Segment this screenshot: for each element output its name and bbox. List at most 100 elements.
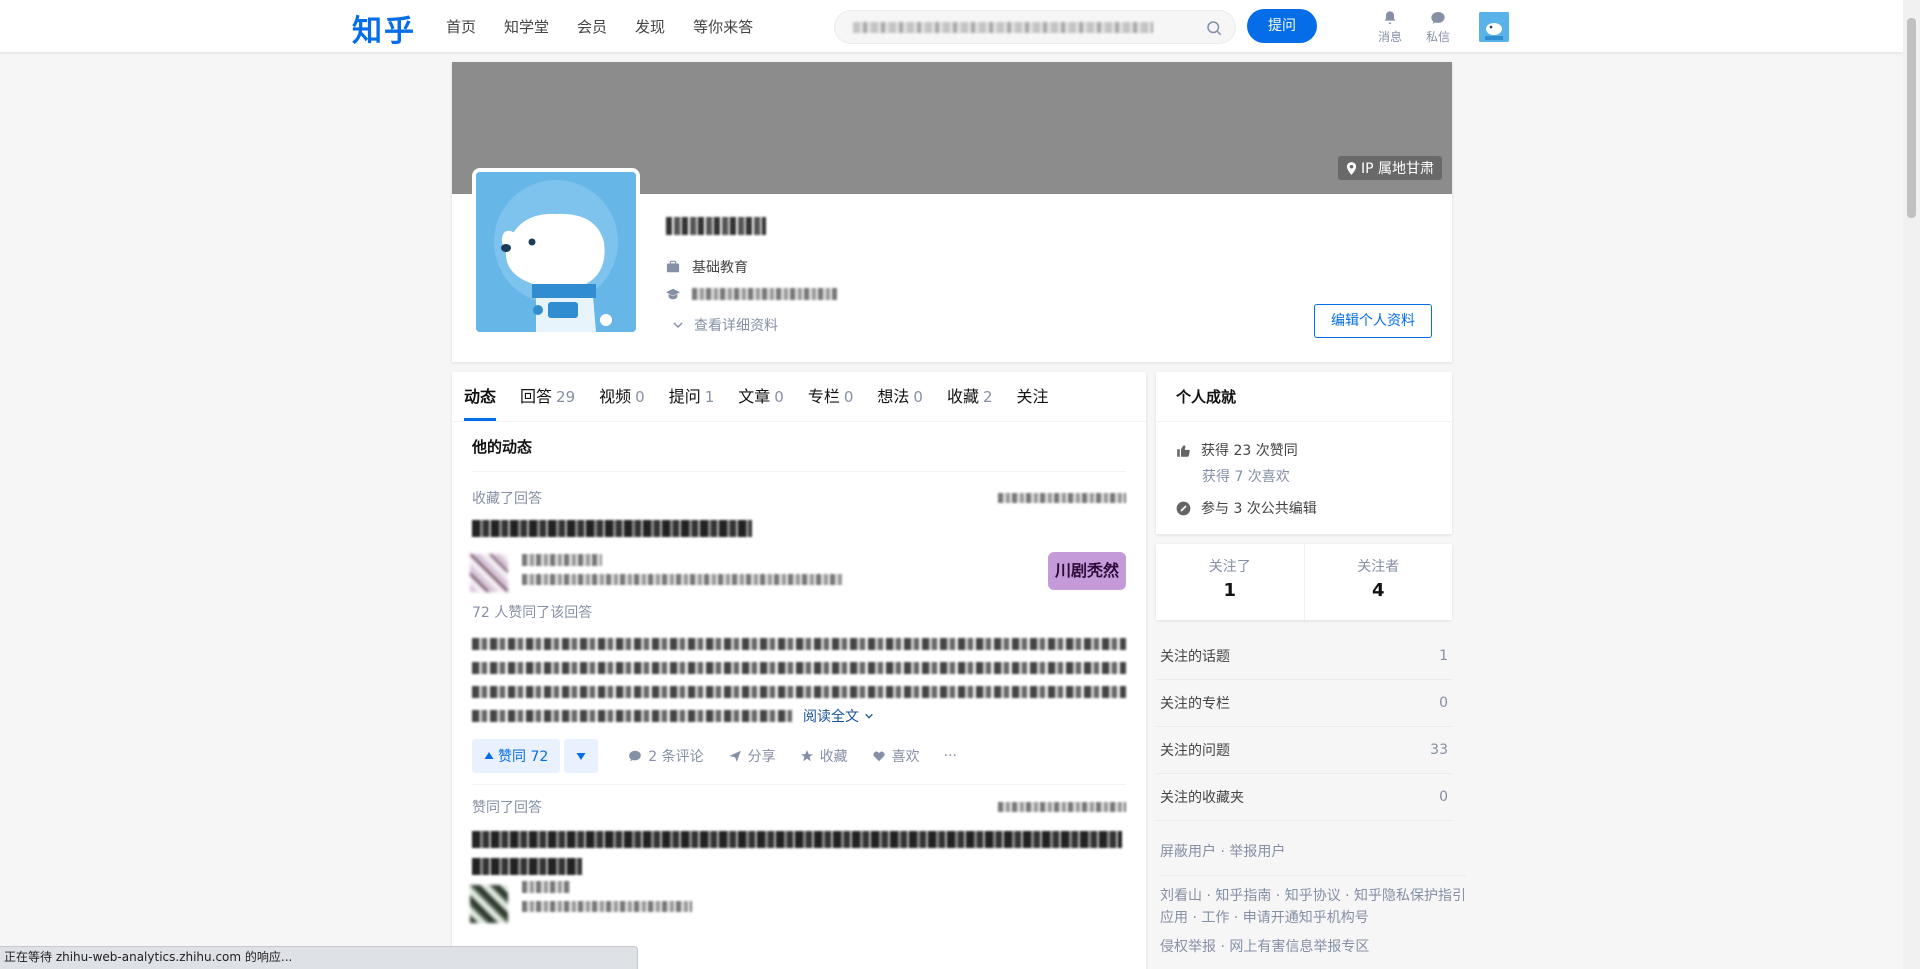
following-stat[interactable]: 关注了 1 [1156,544,1305,620]
tab-articles[interactable]: 文章 0 [738,372,784,421]
thumbs-up-icon [1177,444,1190,457]
tab-videos[interactable]: 视频 0 [599,372,645,421]
profile-avatar-image [476,172,636,332]
page-scrollbar[interactable] [1903,0,1920,969]
tab-label: 视频 [599,387,632,406]
tab-count: 0 [843,388,854,406]
downvote-button[interactable] [564,739,599,773]
private-messages-button[interactable]: 私信 [1418,10,1458,45]
list-label: 关注的话题 [1160,649,1230,665]
collect-label: 收藏 [819,749,848,765]
view-details-link[interactable]: 查看详细资料 [672,315,778,335]
list-label: 关注的收藏夹 [1160,790,1244,806]
messages-button[interactable]: 消息 [1370,10,1410,45]
footer-links-line1[interactable]: 刘看山 · 知乎指南 · 知乎协议 · 知乎隐私保护指引 [1160,875,1467,904]
nav-zhixuetang[interactable]: 知学堂 [504,16,549,37]
like-button[interactable]: 喜欢 [872,746,920,766]
feed-time-blurred [998,802,1126,812]
like-label: 喜欢 [891,749,920,765]
followed-collections[interactable]: 关注的收藏夹 0 [1156,774,1452,821]
bell-icon [1384,11,1396,24]
upvote-button[interactable]: 赞同 72 [472,739,561,773]
footer-links-line3[interactable]: 侵权举报 · 网上有害信息举报专区 [1160,933,1466,962]
tab-label: 专栏 [807,387,840,406]
chat-bubble-icon [1431,12,1445,24]
tab-collections[interactable]: 收藏 2 [947,372,993,421]
tab-columns[interactable]: 专栏 0 [808,372,854,421]
user-avatar[interactable] [1479,12,1509,42]
profile-avatar[interactable] [472,168,640,336]
list-label: 关注的专栏 [1160,696,1230,712]
upvote-count-info: 72 人赞同了该回答 [472,605,593,621]
profile-tabs: 动态 回答 29 视频 0 提问 1 文章 0 专栏 0 想法 0 收藏 2 关注 [452,372,1146,422]
follow-stats-card: 关注了 1 关注者 4 [1156,544,1452,620]
followed-topics[interactable]: 关注的话题 1 [1156,633,1452,680]
tab-label: 文章 [738,387,771,406]
followers-stat[interactable]: 关注者 4 [1305,544,1453,620]
question-title-blurred [472,858,582,875]
feed-item: 收藏了回答 川剧秃然 72 人赞同了该回答 阅读全文 赞同 72 2 条评论 分… [452,476,1146,784]
main-feed-card: 动态 回答 29 视频 0 提问 1 文章 0 专栏 0 想法 0 收藏 2 关注 他的动态 … [452,372,1146,969]
tab-following[interactable]: 关注 [1017,372,1049,421]
followers-label: 关注者 [1357,559,1400,575]
block-report-links[interactable]: 屏蔽用户 · 举报用户 [1160,838,1466,867]
search-icon[interactable] [1205,19,1223,37]
question-title[interactable] [472,520,1126,544]
triangle-down-icon [576,753,586,760]
tab-count: 0 [774,388,784,406]
feed-action-label: 收藏了回答 [472,491,542,507]
education-info [666,287,837,301]
nav-vip[interactable]: 会员 [577,16,607,37]
upvotes-text: 获得 23 次赞同 [1201,443,1298,459]
list-count: 33 [1430,742,1448,758]
followed-questions[interactable]: 关注的问题 33 [1156,727,1452,774]
search-input[interactable] [834,10,1236,44]
question-title-blurred [472,831,1122,848]
author-bio-blurred [522,574,842,585]
question-title[interactable] [472,831,1126,875]
tab-activity[interactable]: 动态 [464,372,497,421]
avatar-image [1479,12,1509,42]
tab-label: 关注 [1016,387,1049,406]
main-nav: 首页 知学堂 会员 发现 等你来答 [446,0,781,52]
more-options-button[interactable]: ··· [944,748,957,764]
nav-home[interactable]: 首页 [446,16,476,37]
author-bio-blurred [522,901,692,912]
tab-label: 想法 [877,387,910,406]
edit-profile-button[interactable]: 编辑个人资料 [1314,304,1432,338]
list-count: 0 [1439,789,1448,805]
author-name-blurred[interactable] [522,881,570,893]
answer-thumbnail[interactable]: 川剧秃然 [1048,552,1126,590]
education-text-blurred [692,288,837,300]
zhihu-logo[interactable]: 知乎 [352,6,416,50]
nav-discover[interactable]: 发现 [635,16,665,37]
likes-text: 获得 7 次喜欢 [1202,469,1290,485]
following-count: 1 [1223,580,1237,601]
ask-question-button[interactable]: 提问 [1247,9,1317,43]
ip-location-text: IP 属地甘肃 [1360,161,1434,177]
author-name-blurred[interactable] [522,554,602,566]
tab-label: 收藏 [946,387,979,406]
tab-answers[interactable]: 回答 29 [520,372,575,421]
comment-icon [629,750,642,762]
tab-questions[interactable]: 提问 1 [669,372,715,421]
following-label: 关注了 [1208,559,1251,575]
follow-lists: 关注的话题 1 关注的专栏 0 关注的问题 33 关注的收藏夹 0 [1156,633,1452,821]
tab-count: 1 [704,388,715,406]
followed-columns[interactable]: 关注的专栏 0 [1156,680,1452,727]
author-avatar[interactable] [470,554,508,592]
section-title: 他的动态 [472,422,1126,472]
read-more-link[interactable]: 阅读全文 [797,704,874,729]
share-button[interactable]: 分享 [728,746,776,766]
followers-count: 4 [1371,580,1385,601]
comments-button[interactable]: 2 条评论 [628,746,704,766]
briefcase-icon [666,260,680,273]
collect-button[interactable]: 收藏 [800,746,848,766]
nav-waiting[interactable]: 等你来答 [693,16,753,37]
messages-label: 消息 [1377,30,1402,44]
scrollbar-thumb[interactable] [1907,18,1916,218]
answer-excerpt[interactable]: 阅读全文 [472,632,1126,728]
author-avatar[interactable] [470,885,508,923]
tab-thoughts[interactable]: 想法 0 [877,372,923,421]
chevron-down-icon [673,322,683,329]
